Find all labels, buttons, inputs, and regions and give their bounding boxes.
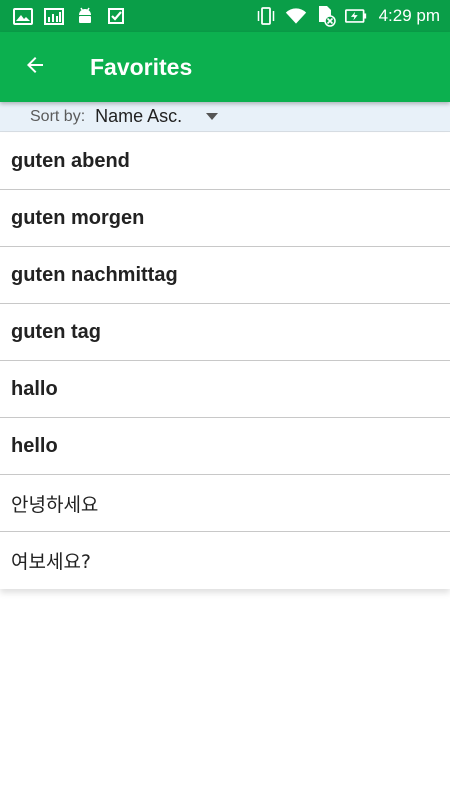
chart-icon: [43, 6, 65, 26]
status-bar: 4:29 pm: [0, 0, 450, 32]
app-bar: Favorites: [0, 32, 450, 102]
list-item[interactable]: guten nachmittag: [0, 247, 450, 304]
image-icon: [12, 6, 34, 26]
back-button[interactable]: [0, 32, 70, 102]
list-item[interactable]: guten abend: [0, 133, 450, 190]
arrow-left-icon: [23, 53, 47, 82]
list-item[interactable]: 여보세요?: [0, 532, 450, 589]
sort-selected-value: Name Asc.: [95, 106, 183, 126]
vibrate-icon: [255, 6, 277, 26]
page-title: Favorites: [90, 53, 193, 80]
status-time: 4:29 pm: [378, 6, 440, 25]
battery-charging-icon: [344, 6, 367, 26]
status-left-icons: [12, 6, 127, 26]
check-icon: [105, 6, 127, 26]
list-item[interactable]: guten tag: [0, 304, 450, 361]
favorites-list: guten abend guten morgen guten nachmitta…: [0, 133, 450, 589]
sort-bar: Sort by: Name Asc.: [0, 102, 450, 132]
chevron-down-icon: [206, 113, 219, 120]
list-item[interactable]: hallo: [0, 361, 450, 418]
android-icon: [74, 6, 96, 26]
list-item[interactable]: guten morgen: [0, 190, 450, 247]
no-sim-icon: [315, 6, 337, 27]
sort-dropdown[interactable]: Name Asc.: [95, 102, 219, 132]
wifi-icon: [285, 6, 307, 26]
list-item[interactable]: 안녕하세요: [0, 475, 450, 532]
status-right-icons: 4:29 pm: [255, 6, 440, 27]
sort-label: Sort by:: [30, 107, 86, 125]
list-item[interactable]: hello: [0, 418, 450, 475]
